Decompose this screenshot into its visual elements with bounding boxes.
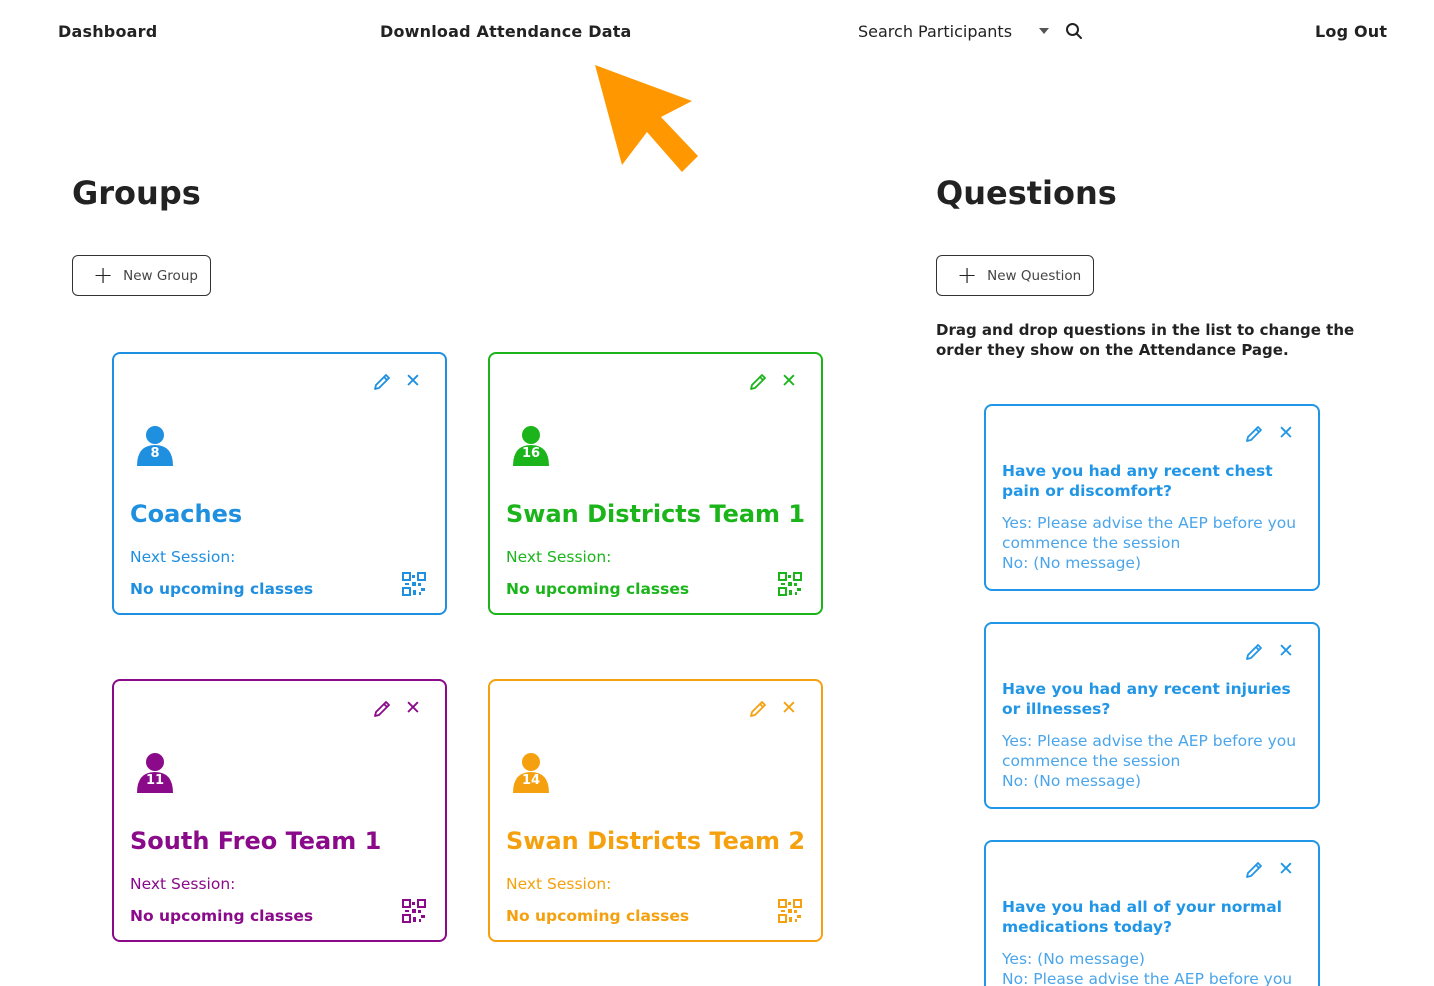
group-name: Swan Districts Team 2 — [506, 827, 806, 855]
question-text: Have you had any recent chest pain or di… — [1002, 462, 1273, 500]
next-session-label: Next Session: — [130, 548, 236, 566]
delete-close-icon[interactable]: ✕ — [405, 698, 421, 718]
question-text: Have you had all of your normal medicati… — [1002, 898, 1282, 936]
yes-answer-message: Yes: Please advise the AEP before you co… — [1002, 732, 1297, 770]
member-count: 14 — [521, 773, 541, 788]
group-card-swan-districts-team-2[interactable]: ✕ 14 Swan Districts Team 2 Next Session:… — [488, 679, 823, 942]
new-question-label: New Question — [987, 267, 1082, 284]
question-card[interactable]: ✕ Have you had any recent injuries or il… — [984, 622, 1320, 809]
delete-close-icon[interactable]: ✕ — [781, 371, 797, 391]
member-count: 8 — [150, 446, 160, 461]
group-name: South Freo Team 1 — [130, 827, 382, 855]
qr-code-icon[interactable] — [777, 898, 803, 924]
pointer-arrow-icon — [595, 65, 698, 172]
new-group-label: New Group — [123, 267, 198, 284]
next-session-value: No upcoming classes — [506, 580, 690, 598]
yes-answer-message: Yes: Please advise the AEP before you co… — [1002, 514, 1297, 552]
chevron-down-icon[interactable] — [1039, 28, 1049, 34]
search-icon[interactable] — [1065, 22, 1083, 40]
next-session-label: Next Session: — [506, 875, 612, 893]
group-card-swan-districts-team-1[interactable]: ✕ 16 Swan Districts Team 1 Next Session:… — [488, 352, 823, 615]
delete-close-icon[interactable]: ✕ — [1278, 859, 1294, 879]
new-group-button[interactable]: + New Group — [72, 255, 211, 296]
no-answer-message: No: (No message) — [1002, 554, 1141, 572]
groups-heading: Groups — [72, 174, 201, 212]
drag-drop-hint: Drag and drop questions in the list to c… — [936, 321, 1355, 359]
question-text: Have you had any recent injuries or illn… — [1002, 680, 1291, 718]
next-session-label: Next Session: — [130, 875, 236, 893]
search-participants-dropdown[interactable]: Search Participants — [858, 22, 1012, 41]
edit-pencil-icon[interactable] — [372, 699, 392, 719]
qr-code-icon[interactable] — [401, 898, 427, 924]
next-session-label: Next Session: — [506, 548, 612, 566]
questions-heading: Questions — [936, 174, 1117, 212]
qr-code-icon[interactable] — [777, 571, 803, 597]
nav-dashboard-link[interactable]: Dashboard — [58, 22, 157, 41]
no-answer-message: No: Please advise the AEP before you — [1002, 970, 1293, 986]
qr-code-icon[interactable] — [401, 571, 427, 597]
no-answer-message: No: (No message) — [1002, 772, 1141, 790]
group-name: Swan Districts Team 1 — [506, 500, 806, 528]
delete-close-icon[interactable]: ✕ — [781, 698, 797, 718]
plus-icon: + — [957, 260, 978, 289]
edit-pencil-icon[interactable] — [1244, 860, 1264, 880]
group-card-south-freo-team-1[interactable]: ✕ 11 South Freo Team 1 Next Session: No … — [112, 679, 447, 942]
edit-pencil-icon[interactable] — [372, 372, 392, 392]
group-card-coaches[interactable]: ✕ 8 Coaches Next Session: No upcoming cl… — [112, 352, 447, 615]
member-count: 11 — [145, 773, 165, 788]
logout-link[interactable]: Log Out — [1315, 22, 1387, 41]
question-card[interactable]: ✕ Have you had any recent chest pain or … — [984, 404, 1320, 591]
delete-close-icon[interactable]: ✕ — [405, 371, 421, 391]
edit-pencil-icon[interactable] — [748, 372, 768, 392]
plus-icon: + — [93, 260, 114, 289]
next-session-value: No upcoming classes — [506, 907, 690, 925]
next-session-value: No upcoming classes — [130, 580, 314, 598]
edit-pencil-icon[interactable] — [748, 699, 768, 719]
member-count: 16 — [521, 446, 541, 461]
new-question-button[interactable]: + New Question — [936, 255, 1094, 296]
delete-close-icon[interactable]: ✕ — [1278, 641, 1294, 661]
nav-download-attendance-link[interactable]: Download Attendance Data — [380, 22, 632, 41]
group-name: Coaches — [130, 500, 243, 528]
next-session-value: No upcoming classes — [130, 907, 314, 925]
yes-answer-message: Yes: (No message) — [1002, 950, 1145, 968]
edit-pencil-icon[interactable] — [1244, 642, 1264, 662]
question-card[interactable]: ✕ Have you had all of your normal medica… — [984, 840, 1320, 986]
delete-close-icon[interactable]: ✕ — [1278, 423, 1294, 443]
edit-pencil-icon[interactable] — [1244, 424, 1264, 444]
